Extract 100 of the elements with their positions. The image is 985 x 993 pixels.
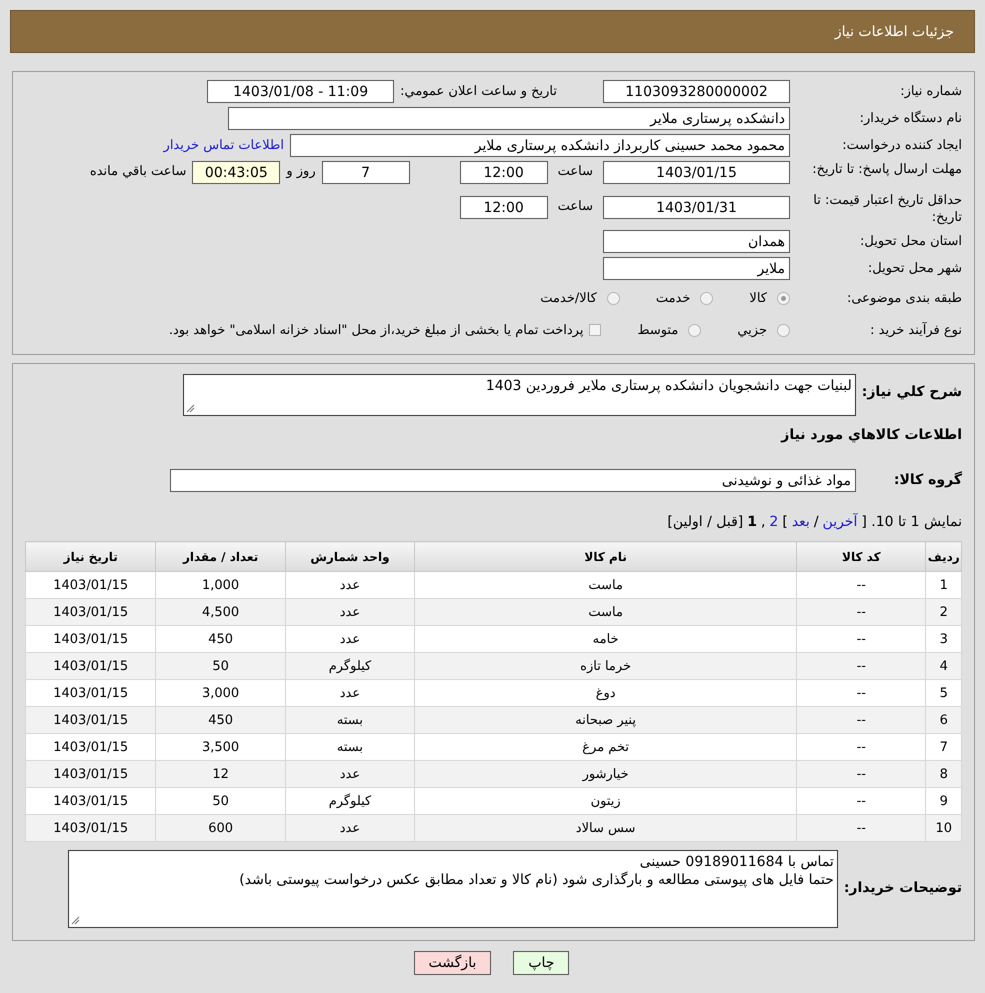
radio-button[interactable] [777, 292, 790, 304]
table-cell: ماست [414, 572, 797, 598]
table-cell: -- [796, 706, 926, 734]
field-label: ایجاد کننده درخواست: [841, 137, 962, 154]
table-cell: 1403/01/15 [26, 572, 156, 598]
checkbox-label: پرداخت تمام یا بخشی از مبلغ خرید،از محل "اسناد خزانه اسلامی" خواهد بود. [168, 322, 584, 338]
table-cell: عدد [285, 680, 415, 706]
section-title: اطلاعات کالاهاي مورد نياز [781, 427, 962, 444]
pagination-text: ] [782, 514, 788, 530]
table-cell: 1 [926, 572, 962, 598]
notes-text: حتما فایل های پیوستی مطالعه و بارگذاری شود (نام کالا و تعداد مطابق عکس درخواست پیوستی باشد) [238, 871, 834, 889]
buyer-field: دانشکده پرستاری ملایر [228, 107, 790, 130]
table-cell: 5 [926, 680, 962, 706]
city-field: ملایر [603, 257, 790, 280]
table-cell: 450 [156, 626, 286, 652]
table-cell: 9 [926, 788, 962, 814]
pagination-text: [قبل / اولین] [667, 514, 744, 530]
table-cell: 3,500 [156, 734, 286, 760]
field-label: گروه کالا: [892, 472, 962, 489]
radio-button[interactable] [777, 324, 790, 336]
field-label: نوع فرآیند خرید : [869, 322, 962, 338]
summary-box: لبنیات جهت دانشجویان دانشکده پرستاری ملایر فروردین 1403 [182, 374, 856, 416]
table-cell: -- [796, 734, 926, 760]
table-cell: 8 [926, 760, 962, 788]
radio-label: خدمت [656, 290, 690, 306]
table-cell: -- [796, 680, 926, 706]
field-label: ساعت باقي مانده [90, 164, 186, 179]
table-cell: 50 [156, 788, 286, 814]
field-label: شماره نیاز: [899, 83, 962, 100]
resize-grip-icon [70, 916, 80, 925]
page-link[interactable]: 2 [769, 514, 778, 530]
table-cell: عدد [285, 598, 415, 626]
table-cell: 2 [926, 598, 962, 626]
table-cell: 1403/01/15 [26, 706, 156, 734]
table-cell: -- [796, 788, 926, 814]
radio-label: جزيي [737, 322, 767, 338]
remaining-time-field: 00:43:05 [192, 161, 280, 184]
pagination-text: / [814, 514, 819, 530]
table-cell: کیلوگرم [285, 788, 415, 814]
table-cell: 4 [926, 652, 962, 680]
page-link[interactable]: آخرین [822, 514, 858, 530]
table-cell: عدد [285, 814, 415, 842]
table-cell: 1403/01/15 [26, 652, 156, 680]
table-cell: 1403/01/15 [26, 788, 156, 814]
table-cell: -- [796, 598, 926, 626]
field-label: طبقه بندی موضوعی: [846, 290, 962, 306]
column-header: رديف [926, 542, 962, 572]
table-cell: 12 [156, 760, 286, 788]
pagination-text: , [760, 514, 766, 530]
deadline-time-field: 12:00 [460, 161, 548, 184]
table-cell: 7 [926, 734, 962, 760]
validity-time-field: 12:00 [460, 196, 548, 219]
table-cell: 1403/01/15 [26, 598, 156, 626]
table-cell: بسته [285, 734, 415, 760]
page-title: جزئیات اطلاعات نیاز [834, 24, 954, 40]
pagination-text: نمایش 1 تا 10. [ [861, 514, 962, 530]
radio-button[interactable] [688, 324, 702, 336]
table-cell: -- [796, 626, 926, 652]
table-cell: بسته [285, 706, 415, 734]
field-label: نام دستگاه خريدار: [858, 110, 962, 127]
notes-text: تماس با 09189011684 حسینی [638, 853, 834, 871]
contact-link[interactable]: اطلاعات تماس خریدار [164, 138, 284, 153]
radio-label: متوسط [637, 322, 678, 338]
back-button[interactable]: بازگشت [414, 951, 492, 975]
field-label: تاريخ و ساعت اعلان عمومي: [400, 84, 557, 99]
radio-button[interactable] [700, 292, 714, 304]
print-button[interactable]: چاپ [513, 951, 570, 975]
radio-label: کالا/خدمت [540, 290, 597, 306]
table-cell: 600 [156, 814, 286, 842]
creator-field: محمود محمد حسینی کاربرداز دانشکده پرستاری ملایر [290, 134, 790, 157]
table-cell: -- [796, 760, 926, 788]
field-label: روز و [286, 164, 316, 179]
table-cell: دوغ [414, 680, 797, 706]
days-field: 7 [322, 161, 410, 184]
column-header: کد کالا [796, 542, 926, 572]
table-cell: کیلوگرم [285, 652, 415, 680]
radio-button[interactable] [606, 292, 620, 304]
table-cell: سس سالاد [414, 814, 797, 842]
column-header: تعداد / مقدار [156, 542, 286, 572]
table-cell: 1,000 [156, 572, 286, 598]
field-label: استان محل تحویل: [859, 233, 962, 250]
table-cell: 1403/01/15 [26, 680, 156, 706]
resize-grip-icon [186, 404, 195, 413]
page-link[interactable]: بعد [792, 514, 810, 530]
table-cell: 1403/01/15 [26, 814, 156, 842]
checkbox[interactable] [589, 324, 602, 336]
table-cell: خرما تازه [414, 652, 797, 680]
table-cell: -- [796, 814, 926, 842]
table-cell: 450 [156, 706, 286, 734]
table-cell: تخم مرغ [414, 734, 797, 760]
field-label: مهلت ارسال پاسخ: تا تاریخ: [811, 161, 962, 178]
current-page: 1 [747, 514, 757, 530]
table-cell: 10 [926, 814, 962, 842]
field-label: توضیحات خریدار: [844, 880, 962, 897]
table-cell: 50 [156, 652, 286, 680]
table-cell: 1403/01/15 [26, 734, 156, 760]
column-header: تاریخ نیاز [26, 542, 156, 572]
goods-group-field: مواد غذائی و نوشیدنی [170, 469, 856, 492]
province-field: همدان [603, 230, 790, 253]
field-label: حداقل تاریخ اعتبار قیمت: تا تاریخ: [812, 192, 962, 226]
